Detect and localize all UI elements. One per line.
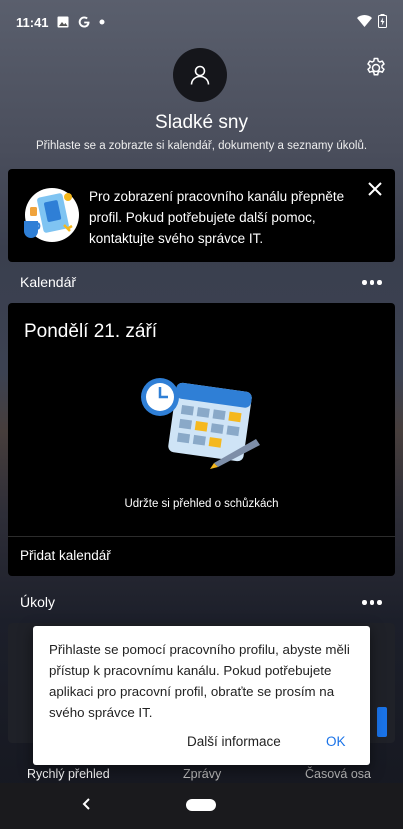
avatar[interactable] — [173, 48, 227, 102]
image-icon — [57, 16, 69, 28]
person-icon — [190, 65, 210, 85]
dialog-message: Přihlaste se pomocí pracovního profilu, … — [49, 642, 350, 720]
work-profile-dialog: Přihlaste se pomocí pracovního profilu, … — [33, 626, 370, 765]
calendar-more-icon[interactable] — [362, 280, 382, 286]
gear-icon[interactable] — [364, 56, 388, 80]
back-icon[interactable] — [80, 797, 92, 816]
add-calendar-button[interactable]: Přidat kalendář — [20, 548, 111, 563]
tab-messages[interactable]: Zprávy — [183, 767, 221, 781]
status-bar: 11:41 — [0, 0, 403, 44]
calendar-date: Pondělí 21. září — [24, 321, 158, 342]
status-time: 11:41 — [16, 14, 49, 30]
calendar-hint: Udržte si přehled o schůzkách — [124, 498, 279, 510]
profile-subtitle: Přihlaste se a zobrazte si kalendář, dok… — [35, 140, 368, 152]
tab-timeline[interactable]: Časová osa — [305, 767, 371, 781]
divider — [8, 536, 395, 537]
tasks-section-title: Úkoly — [20, 594, 56, 610]
banner-text: Pro zobrazení pracovního kanálu přepněte… — [89, 189, 345, 246]
calendar-section-title: Kalendář — [20, 274, 77, 290]
tasks-action-edge — [377, 707, 387, 737]
bottom-navigation: Rychlý přehled Zprávy Časová osa — [0, 765, 403, 783]
switch-profile-banner[interactable]: Pro zobrazení pracovního kanálu přepněte… — [8, 169, 395, 262]
battery-icon — [378, 13, 387, 31]
wifi-icon — [357, 14, 372, 30]
dot-icon — [99, 19, 105, 25]
more-info-button[interactable]: Další informace — [187, 734, 281, 749]
profile-name: Sladké sny — [155, 112, 248, 133]
ok-button[interactable]: OK — [326, 734, 346, 749]
calendar-card: Pondělí 21. září Udržte si přehled o sch… — [8, 303, 395, 576]
work-profile-illustration — [18, 185, 80, 245]
calendar-illustration — [138, 373, 266, 469]
tab-quick-overview[interactable]: Rychlý přehled — [27, 767, 110, 781]
close-icon[interactable] — [367, 181, 383, 197]
tasks-more-icon[interactable] — [362, 600, 382, 606]
google-icon — [77, 15, 91, 29]
home-pill[interactable] — [186, 799, 216, 811]
system-nav-bar — [0, 783, 403, 829]
